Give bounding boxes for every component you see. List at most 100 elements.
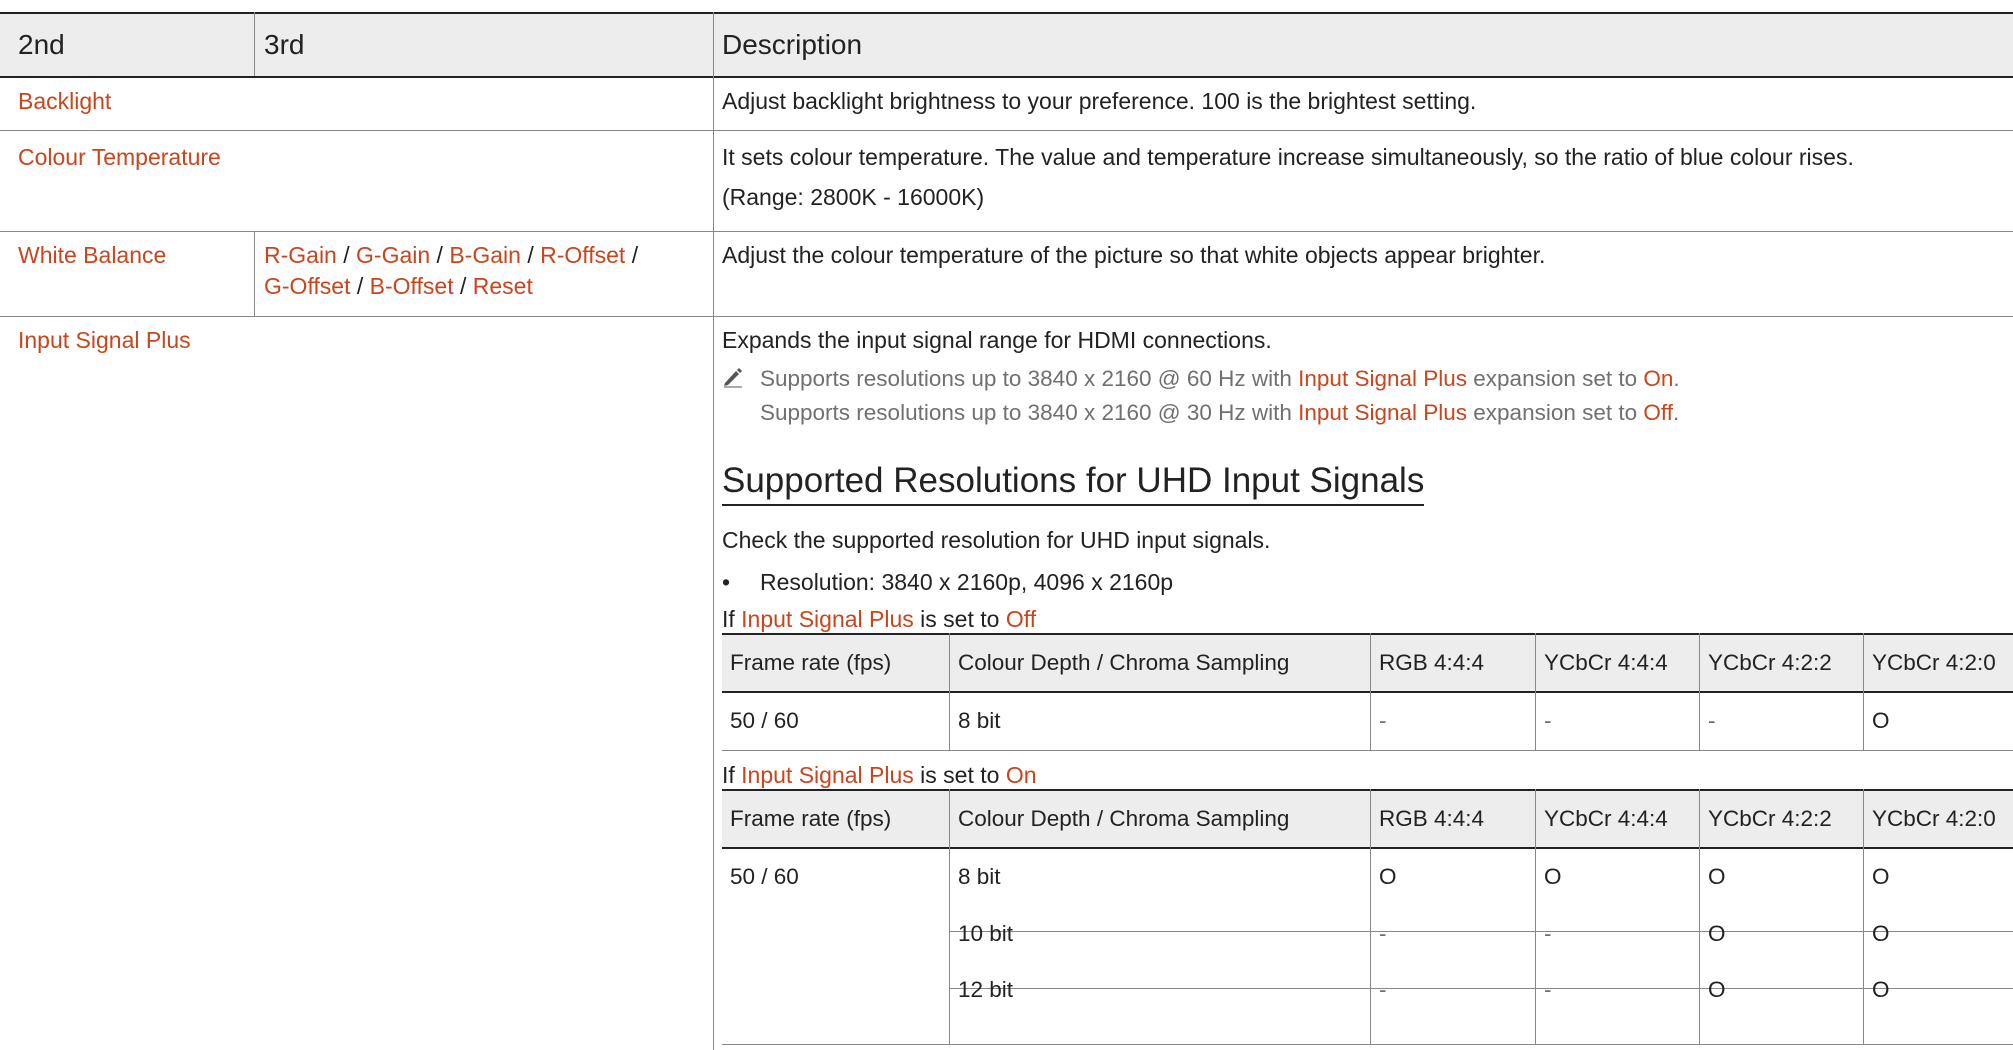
resolution-table-on: Frame rate (fps) Colour Depth / Chroma S…	[722, 789, 2013, 1049]
section-title: Supported Resolutions for UHD Input Sign…	[722, 460, 1425, 506]
row-divider	[0, 316, 2013, 317]
subtable-header: Frame rate (fps) Colour Depth / Chroma S…	[722, 789, 2013, 849]
cell-fps: 50 / 60	[730, 708, 799, 733]
separator: /	[350, 273, 370, 299]
divider	[254, 232, 255, 316]
section-intro: Check the supported resolution for UHD i…	[722, 527, 1271, 553]
col-rgb-444: RGB 4:4:4	[1379, 650, 1485, 675]
divider	[949, 789, 950, 1045]
col-ycbcr-444: YCbCr 4:4:4	[1544, 650, 1668, 675]
divider	[1863, 789, 1864, 1045]
condition-text: If	[722, 762, 742, 788]
cell-ycbcr-420: O	[1872, 864, 1890, 889]
row-divider	[0, 231, 2013, 232]
cell-rgb-444: -	[1379, 977, 1387, 1002]
col-ycbcr-420: YCbCr 4:2:0	[1872, 806, 1996, 831]
note-term: Input Signal Plus	[1298, 400, 1468, 425]
colour-temperature-range: (Range: 2800K - 16000K)	[722, 184, 985, 210]
option-reset: Reset	[472, 273, 533, 299]
cell-ycbcr-444: -	[1544, 921, 1552, 946]
cell-ycbcr-422: -	[1708, 708, 1716, 733]
colour-temperature-label: Colour Temperature	[18, 144, 221, 170]
separator: /	[520, 242, 541, 268]
col-ycbcr-422: YCbCr 4:2:2	[1708, 650, 1832, 675]
col-frame-rate: Frame rate (fps)	[730, 650, 892, 675]
colour-temperature-description: It sets colour temperature. The value an…	[722, 144, 1854, 170]
condition-off: If Input Signal Plus is set to Off	[722, 604, 1036, 635]
pencil-icon	[724, 368, 742, 388]
table-header: 2nd 3rd Description	[0, 12, 2013, 78]
separator: /	[336, 242, 357, 268]
header-description: Description	[722, 29, 863, 60]
cell-rgb-444: -	[1379, 708, 1387, 733]
condition-text: is set to	[913, 606, 1006, 632]
note-text: .	[1673, 366, 1680, 391]
white-balance-label: White Balance	[18, 242, 167, 268]
note-text: .	[1673, 400, 1680, 425]
option-b-offset: B-Offset	[369, 273, 454, 299]
backlight-description: Adjust backlight brightness to your pref…	[722, 88, 1477, 114]
white-balance-options: R-Gain / G-Gain / B-Gain / R-Offset / G-…	[264, 240, 704, 302]
note-term: Input Signal Plus	[1298, 366, 1468, 391]
condition-value: On	[1005, 762, 1037, 788]
cell-ycbcr-420: O	[1872, 977, 1890, 1002]
cell-depth: 8 bit	[958, 708, 1001, 733]
col-ycbcr-422: YCbCr 4:2:2	[1708, 806, 1832, 831]
note-value: On	[1643, 366, 1674, 391]
col-frame-rate: Frame rate (fps)	[730, 806, 892, 831]
option-r-offset: R-Offset	[540, 242, 626, 268]
cell-ycbcr-420: O	[1872, 921, 1890, 946]
option-r-gain: R-Gain	[264, 242, 337, 268]
header-2nd: 2nd	[18, 29, 65, 60]
condition-text: If	[722, 606, 742, 632]
cell-ycbcr-444: O	[1544, 864, 1562, 889]
row-divider	[722, 1044, 2013, 1045]
note-text: Supports resolutions up to 3840 x 2160 @…	[760, 366, 1299, 391]
input-signal-plus-description: Expands the input signal range for HDMI …	[722, 327, 1272, 353]
note-30hz: Supports resolutions up to 3840 x 2160 @…	[760, 396, 1679, 430]
resolution-table-off: Frame rate (fps) Colour Depth / Chroma S…	[722, 633, 2013, 763]
col-ycbcr-420: YCbCr 4:2:0	[1872, 650, 1996, 675]
note-text: expansion set to	[1467, 400, 1644, 425]
separator: /	[625, 242, 645, 268]
divider	[1699, 789, 1700, 1045]
note-60hz: Supports resolutions up to 3840 x 2160 @…	[760, 362, 1680, 396]
cell-ycbcr-444: -	[1544, 708, 1552, 733]
cell-depth: 10 bit	[958, 921, 1014, 946]
option-g-offset: G-Offset	[264, 273, 351, 299]
divider	[254, 12, 255, 76]
cell-ycbcr-422: O	[1708, 864, 1726, 889]
cell-ycbcr-444: -	[1544, 977, 1552, 1002]
col-colour-depth: Colour Depth / Chroma Sampling	[958, 806, 1290, 831]
condition-term: Input Signal Plus	[741, 606, 914, 632]
resolution-bullet: Resolution: 3840 x 2160p, 4096 x 2160p	[760, 569, 1174, 595]
bullet-dot: •	[722, 569, 731, 595]
cell-ycbcr-422: O	[1708, 977, 1726, 1002]
note-text: Supports resolutions up to 3840 x 2160 @…	[760, 400, 1299, 425]
option-g-gain: G-Gain	[356, 242, 431, 268]
cell-fps: 50 / 60	[730, 864, 799, 889]
note-text: expansion set to	[1467, 366, 1644, 391]
condition-value: Off	[1005, 606, 1037, 632]
white-balance-description: Adjust the colour temperature of the pic…	[722, 242, 1546, 268]
condition-term: Input Signal Plus	[741, 762, 914, 788]
cell-ycbcr-420: O	[1872, 708, 1890, 733]
row-divider	[950, 931, 2013, 932]
condition-on: If Input Signal Plus is set to On	[722, 760, 1037, 791]
backlight-label: Backlight	[18, 88, 112, 114]
col-ycbcr-444: YCbCr 4:4:4	[1544, 806, 1668, 831]
subtable-header: Frame rate (fps) Colour Depth / Chroma S…	[722, 633, 2013, 693]
cell-ycbcr-422: O	[1708, 921, 1726, 946]
divider	[1535, 789, 1536, 1045]
row-divider	[950, 988, 2013, 989]
cell-rgb-444: -	[1379, 921, 1387, 946]
cell-rgb-444: O	[1379, 864, 1397, 889]
row-divider	[0, 130, 2013, 131]
option-b-gain: B-Gain	[449, 242, 521, 268]
separator: /	[430, 242, 450, 268]
separator: /	[453, 273, 473, 299]
col-rgb-444: RGB 4:4:4	[1379, 806, 1485, 831]
note-value: Off	[1643, 400, 1674, 425]
divider	[1370, 789, 1371, 1045]
cell-depth: 8 bit	[958, 864, 1001, 889]
